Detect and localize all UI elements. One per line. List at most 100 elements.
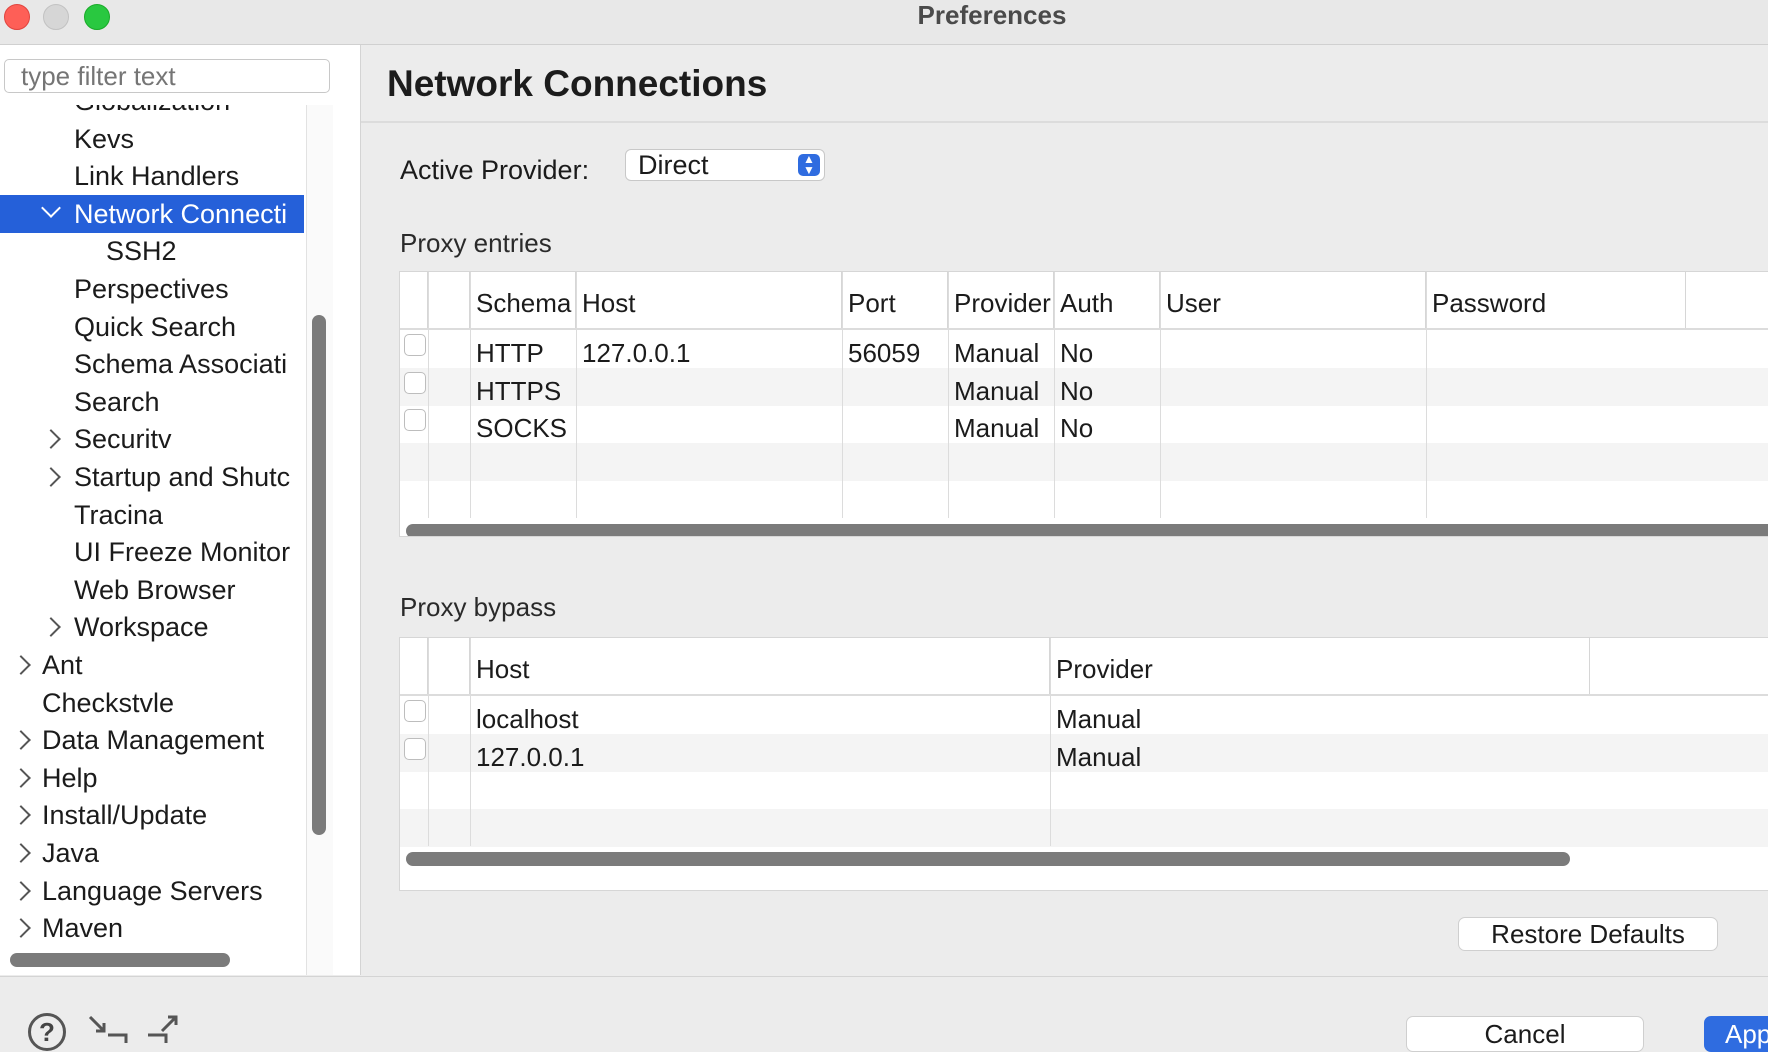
proxy-entries-column-header[interactable]: Provider — [948, 272, 1054, 328]
proxy-entries-column-header[interactable]: Auth — [1054, 272, 1160, 328]
chevron-right-icon[interactable] — [11, 805, 31, 826]
table-row[interactable]: HTTP 127.0.0.1 56059 Manual No — [400, 330, 1768, 368]
page-title: Network Connections — [387, 63, 768, 104]
tree-item-label: UI Freeze Monitor — [74, 537, 291, 568]
tree-item-language-servers[interactable]: Language Servers — [0, 872, 304, 910]
proxy-entries-checkbox-column-header — [400, 272, 428, 328]
column-divider — [470, 638, 471, 847]
tree-item-checkstvle[interactable]: Checkstvle — [0, 684, 304, 722]
proxy-bypass-column-header[interactable]: Host — [470, 638, 1050, 694]
tree-item-ant[interactable]: Ant — [0, 646, 304, 684]
tree-item-java[interactable]: Java — [0, 834, 304, 872]
window-title: Preferences — [917, 0, 1067, 30]
tree-item-label: Checkstvle — [42, 687, 175, 718]
tree-item-label: Java — [42, 838, 100, 868]
help-icon[interactable]: ? — [28, 1013, 66, 1051]
tree-item-ui-freeze-monitor[interactable]: UI Freeze Monitor — [0, 533, 304, 571]
proxy-entries-cell: 127.0.0.1 — [582, 338, 691, 368]
tree-item-network-connecti[interactable]: Network Connecti — [0, 194, 304, 233]
tree-item-securitv[interactable]: Securitv — [0, 420, 304, 458]
proxy-entries-cell — [576, 405, 842, 443]
import-icon[interactable] — [86, 1013, 130, 1043]
proxy-entries-row-checkbox[interactable] — [404, 334, 426, 356]
chevron-right-icon[interactable] — [11, 767, 31, 788]
sidebar-vertical-scrollbar[interactable] — [312, 315, 326, 835]
tree-item-link-handlers[interactable]: Link Handlers — [0, 157, 304, 195]
tree-item-label: Data Management — [42, 725, 265, 756]
proxy-bypass-row-checkbox[interactable] — [404, 737, 426, 760]
proxy-entries-column-header[interactable]: Password — [1426, 272, 1686, 328]
tree-item-schema-associati[interactable]: Schema Associati — [0, 345, 304, 383]
tree-item-install-update[interactable]: Install/Update — [0, 796, 304, 834]
apply-button[interactable]: App — [1704, 1016, 1768, 1052]
tree-item-label: Help — [42, 762, 98, 793]
proxy-entries-column-header[interactable]: Schema — [470, 272, 576, 328]
tree-item-web-browser[interactable]: Web Browser — [0, 571, 304, 609]
proxy-entries-row-checkbox[interactable] — [404, 371, 426, 394]
active-provider-label: Active Provider: — [400, 155, 590, 185]
table-row[interactable] — [400, 442, 1768, 481]
proxy-entries-cell: No — [1060, 338, 1094, 368]
proxy-entries-header-row: Schema Host Port Provider Auth User Password — [400, 272, 1768, 328]
proxy-bypass-row-checkbox[interactable] — [404, 700, 426, 722]
tree-item-globalization[interactable]: Globalization — [0, 105, 304, 120]
proxy-entries-column-header[interactable]: Port — [842, 272, 948, 328]
chevron-right-icon[interactable] — [41, 467, 61, 487]
tree-item-startup-and-shutc[interactable]: Startup and Shutc — [0, 458, 304, 496]
tree-item-tracina[interactable]: Tracina — [0, 496, 304, 534]
filter-input[interactable] — [4, 59, 330, 93]
proxy-entries-cell — [1426, 330, 1686, 368]
chevron-right-icon[interactable] — [41, 429, 61, 450]
tree-item-maven[interactable]: Maven — [0, 909, 304, 947]
tree-item-ssh2[interactable]: SSH2 — [0, 232, 304, 270]
tree-item-label: Quick Search — [74, 311, 237, 342]
export-icon[interactable] — [144, 1013, 188, 1043]
tree-item-perspectives[interactable]: Perspectives — [0, 270, 304, 308]
proxy-entries-column-header[interactable]: Host — [576, 272, 842, 328]
chevron-right-icon[interactable] — [11, 880, 31, 901]
proxy-entries-horizontal-scrollbar[interactable] — [406, 524, 1768, 536]
table-row[interactable]: SOCKS Manual No — [400, 405, 1768, 443]
table-row[interactable] — [400, 480, 1768, 518]
restore-defaults-button[interactable]: Restore Defaults — [1458, 917, 1718, 951]
table-row[interactable] — [400, 808, 1768, 847]
chevron-right-icon[interactable] — [41, 617, 61, 638]
table-row[interactable]: localhost Manual — [400, 696, 1768, 734]
table-row[interactable] — [400, 771, 1768, 809]
tree-item-label: Securitv — [74, 424, 172, 455]
column-divider — [428, 638, 429, 847]
active-provider-select[interactable]: Direct ▲ ▼ — [625, 149, 825, 181]
proxy-entries-cell: Manual — [954, 375, 1040, 406]
proxy-bypass-column-header[interactable]: Provider — [1050, 638, 1590, 694]
chevron-right-icon[interactable] — [11, 730, 31, 751]
preference-page: Network Connections Active Provider: Dir… — [361, 45, 1768, 975]
proxy-entries-cell — [1160, 405, 1426, 443]
active-provider-value: Direct — [638, 150, 709, 180]
proxy-entries-cell: HTTPS — [476, 375, 562, 406]
tree-item-quick-search[interactable]: Quick Search — [0, 308, 304, 346]
proxy-bypass-horizontal-scrollbar[interactable] — [406, 852, 1570, 867]
chevron-right-icon[interactable] — [11, 918, 31, 939]
column-divider — [1054, 272, 1055, 518]
tree-item-label: Schema Associati — [74, 349, 288, 380]
proxy-entries-cell: HTTP — [476, 338, 544, 368]
tree-item-kevs[interactable]: Kevs — [0, 120, 304, 158]
table-row[interactable]: 127.0.0.1 Manual — [400, 733, 1768, 772]
sidebar-horizontal-scrollbar[interactable] — [10, 953, 230, 967]
chevron-right-icon[interactable] — [11, 655, 31, 675]
tree-item-workspace[interactable]: Workspace — [0, 608, 304, 646]
dialog-footer: ? Cancel App — [0, 976, 1768, 1052]
tree-item-search[interactable]: Search — [0, 383, 304, 421]
chevron-right-icon[interactable] — [11, 843, 31, 863]
table-row[interactable]: HTTPS Manual No — [400, 367, 1768, 406]
chevron-down-icon[interactable] — [41, 197, 61, 218]
cancel-button[interactable]: Cancel — [1406, 1016, 1644, 1052]
proxy-entries-table: Schema Host Port Provider Auth User Password HT… — [399, 271, 1768, 537]
proxy-entries-column-header[interactable]: User — [1160, 272, 1426, 328]
preferences-tree: Globalization Kevs Link Handlers Network Co… — [0, 105, 304, 975]
tree-item-data-management[interactable]: Data Management — [0, 721, 304, 759]
tree-item-help[interactable]: Help — [0, 759, 304, 797]
proxy-entries-cell — [1160, 330, 1426, 368]
column-divider — [576, 272, 577, 518]
proxy-entries-row-checkbox[interactable] — [404, 409, 426, 432]
